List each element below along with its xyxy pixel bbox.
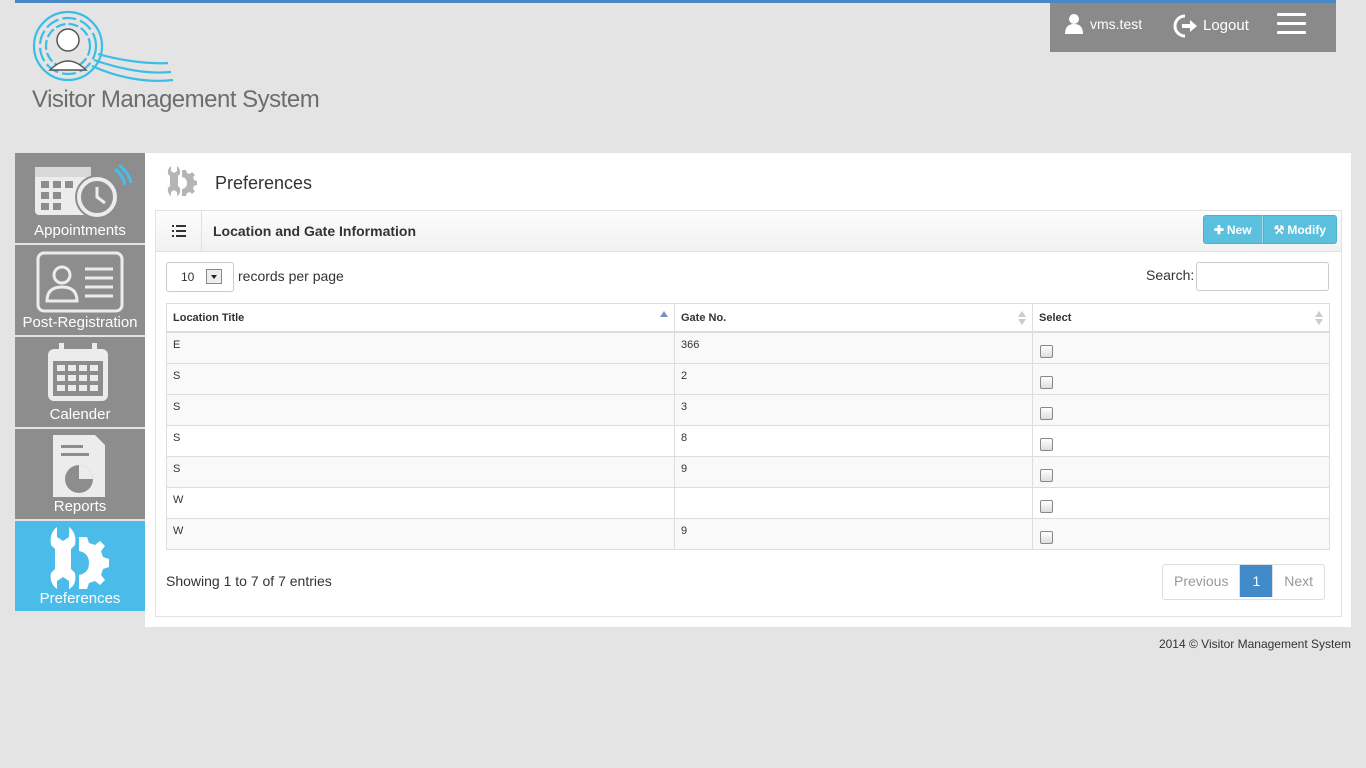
page-title: Preferences bbox=[215, 173, 313, 193]
plus-icon: ✚ bbox=[1213, 223, 1224, 237]
modify-button-label: Modify bbox=[1287, 223, 1326, 237]
row-checkbox[interactable] bbox=[1040, 530, 1053, 544]
dropdown-arrow-icon bbox=[206, 269, 222, 284]
location-cell: E bbox=[166, 331, 675, 364]
sidebar-label: Reports bbox=[53, 498, 107, 515]
table-row: W bbox=[166, 486, 1330, 519]
gate-cell: 366 bbox=[674, 331, 1033, 364]
location-cell: W bbox=[166, 486, 675, 519]
wrench-gear-icon bbox=[50, 527, 109, 589]
next-page-button[interactable]: Next bbox=[1273, 565, 1324, 597]
table-row: E 366 bbox=[166, 331, 1330, 364]
select-cell bbox=[1032, 331, 1330, 364]
search-input[interactable] bbox=[1196, 262, 1329, 291]
select-cell bbox=[1032, 393, 1330, 426]
column-header-gate-no[interactable]: Gate No. bbox=[674, 303, 1033, 333]
calendar-clock-icon bbox=[35, 163, 133, 219]
location-gate-box: Location and Gate Information ✚ New ⚒ Modi… bbox=[155, 210, 1342, 617]
row-checkbox[interactable] bbox=[1040, 437, 1053, 451]
location-cell: W bbox=[166, 517, 675, 550]
gate-cell: 2 bbox=[674, 362, 1033, 395]
gate-cell: 9 bbox=[674, 517, 1033, 550]
select-cell bbox=[1032, 486, 1330, 519]
search-label: Search: bbox=[1146, 267, 1195, 283]
records-per-page-label: records per page bbox=[238, 268, 344, 284]
logout-icon[interactable] bbox=[1172, 13, 1198, 39]
footer-copyright: 2014 © Visitor Management System bbox=[1158, 637, 1351, 651]
sidebar-item-post-registration[interactable]: Post-Registration bbox=[15, 245, 145, 335]
logout-link[interactable]: Logout bbox=[1203, 17, 1249, 34]
select-cell bbox=[1032, 455, 1330, 488]
hammer-icon: ⚒ bbox=[1273, 223, 1285, 237]
location-gate-table: Location Title Gate No. Select E 366 S 2 bbox=[166, 303, 1330, 550]
main-panel: Preferences Location and Gate Informatio… bbox=[145, 153, 1351, 627]
row-checkbox[interactable] bbox=[1040, 468, 1053, 482]
entries-info: Showing 1 to 7 of 7 entries bbox=[166, 573, 332, 589]
new-button[interactable]: ✚ New bbox=[1202, 215, 1263, 244]
sidebar-item-reports[interactable]: Reports bbox=[15, 429, 145, 519]
column-label: Select bbox=[1039, 311, 1072, 324]
column-label: Location Title bbox=[173, 311, 245, 324]
table-row: S 2 bbox=[166, 362, 1330, 395]
select-cell bbox=[1032, 362, 1330, 395]
box-header: Location and Gate Information ✚ New ⚒ Modi… bbox=[156, 211, 1341, 252]
user-icon bbox=[1065, 14, 1083, 34]
records-per-page-value: 10 bbox=[181, 270, 195, 284]
sidebar-label: Calender bbox=[49, 406, 111, 423]
calendar-icon bbox=[48, 343, 108, 401]
location-cell: S bbox=[166, 362, 675, 395]
table-row: S 3 bbox=[166, 393, 1330, 426]
select-cell bbox=[1032, 424, 1330, 457]
list-icon-container bbox=[156, 211, 202, 251]
table-row: S 8 bbox=[166, 424, 1330, 457]
location-cell: S bbox=[166, 393, 675, 426]
page-1-button[interactable]: 1 bbox=[1240, 565, 1274, 597]
box-title: Location and Gate Information bbox=[213, 223, 417, 239]
row-checkbox[interactable] bbox=[1040, 406, 1053, 420]
records-per-page-select[interactable]: 10 bbox=[166, 262, 234, 292]
gate-cell: 3 bbox=[674, 393, 1033, 426]
fingerprint-magnifier-icon bbox=[32, 10, 174, 82]
sidebar-item-preferences[interactable]: Preferences bbox=[15, 521, 145, 611]
row-checkbox[interactable] bbox=[1040, 345, 1053, 358]
hamburger-menu-icon[interactable] bbox=[1277, 13, 1306, 38]
location-cell: S bbox=[166, 424, 675, 457]
table-row: W 9 bbox=[166, 517, 1330, 550]
list-icon bbox=[172, 225, 186, 237]
previous-page-button[interactable]: Previous bbox=[1163, 565, 1241, 597]
modify-button[interactable]: ⚒ Modify bbox=[1262, 215, 1337, 244]
action-button-group: ✚ New ⚒ Modify bbox=[1202, 215, 1337, 244]
new-button-label: New bbox=[1226, 223, 1252, 237]
logo: Visitor Management System bbox=[28, 8, 320, 118]
sidebar-label: Post-Registration bbox=[22, 314, 138, 331]
sidebar-label: Appointments bbox=[34, 222, 126, 239]
sidebar-item-calender[interactable]: Calender bbox=[15, 337, 145, 427]
wrench-gear-icon bbox=[167, 166, 197, 196]
select-cell bbox=[1032, 517, 1330, 550]
sidebar: Appointments Post-Registration Calender bbox=[15, 153, 145, 613]
report-chart-icon bbox=[53, 435, 105, 497]
column-label: Gate No. bbox=[681, 311, 727, 324]
logo-text: Visitor Management System bbox=[32, 86, 320, 113]
sort-ascending-icon bbox=[660, 311, 668, 325]
location-cell: S bbox=[166, 455, 675, 488]
gate-cell bbox=[674, 486, 1033, 519]
pagination: Previous 1 Next bbox=[1162, 564, 1326, 600]
sidebar-label: Preferences bbox=[39, 590, 121, 607]
table-row: S 9 bbox=[166, 455, 1330, 488]
sidebar-item-appointments[interactable]: Appointments bbox=[15, 153, 145, 243]
column-header-select[interactable]: Select bbox=[1032, 303, 1330, 333]
row-checkbox[interactable] bbox=[1040, 499, 1053, 513]
user-panel: vms.test Logout bbox=[1050, 3, 1336, 52]
gate-cell: 9 bbox=[674, 455, 1033, 488]
gate-cell: 8 bbox=[674, 424, 1033, 457]
row-checkbox[interactable] bbox=[1040, 375, 1053, 389]
column-header-location-title[interactable]: Location Title bbox=[166, 303, 675, 333]
username[interactable]: vms.test bbox=[1090, 16, 1142, 32]
sort-icon bbox=[1315, 311, 1323, 325]
id-card-icon bbox=[36, 251, 124, 313]
sort-icon bbox=[1018, 311, 1026, 325]
